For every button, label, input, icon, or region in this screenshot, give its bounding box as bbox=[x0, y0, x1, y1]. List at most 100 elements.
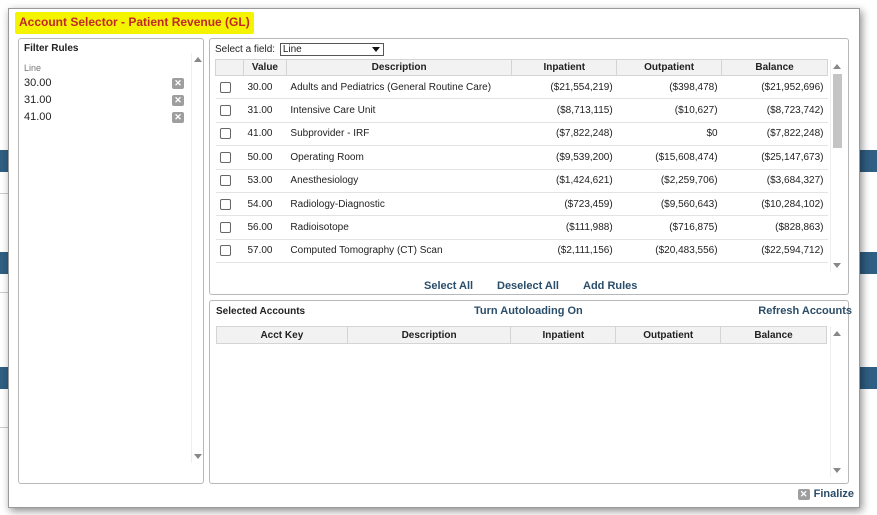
selected-scrollbar[interactable] bbox=[830, 327, 842, 477]
remove-rule-icon[interactable]: ✕ bbox=[172, 78, 184, 89]
table-row[interactable]: 56.00 Radioisotope ($111,988) ($716,875)… bbox=[215, 215, 828, 240]
cell-outpatient: ($10,627) bbox=[616, 98, 722, 123]
row-checkbox[interactable] bbox=[219, 151, 231, 163]
cell-value: 53.00 bbox=[243, 169, 287, 193]
finalize-icon: ✕ bbox=[797, 488, 810, 500]
finalize-button[interactable]: ✕ Finalize bbox=[797, 488, 854, 500]
cell-value: 31.00 bbox=[243, 98, 287, 123]
table-row[interactable]: 53.00 Anesthesiology ($1,424,621) ($2,25… bbox=[215, 169, 828, 193]
select-all-button[interactable]: Select All bbox=[424, 280, 473, 292]
column-header[interactable]: Inpatient bbox=[510, 326, 617, 344]
row-checkbox[interactable] bbox=[219, 221, 231, 233]
cell-description: Radioisotope bbox=[286, 215, 512, 240]
cell-balance: ($3,684,327) bbox=[721, 169, 828, 193]
column-header[interactable]: Value bbox=[242, 59, 287, 76]
cell-outpatient: ($2,259,706) bbox=[616, 169, 722, 193]
accounts-table-header: Value Description Inpatient Outpatient B… bbox=[215, 59, 828, 76]
filter-rule: 30.00 ✕ bbox=[24, 77, 184, 92]
table-row[interactable]: 41.00 Subprovider - IRF ($7,822,248) $0 … bbox=[215, 122, 828, 147]
selected-accounts-title: Selected Accounts bbox=[216, 306, 306, 317]
cell-value: 30.00 bbox=[243, 75, 287, 100]
cell-value: 56.00 bbox=[243, 215, 287, 240]
column-header[interactable]: Outpatient bbox=[615, 326, 722, 344]
column-header[interactable]: Inpatient bbox=[511, 59, 618, 76]
filter-scrollbar[interactable] bbox=[191, 53, 203, 463]
scroll-up-icon[interactable] bbox=[194, 57, 202, 62]
column-header[interactable]: Balance bbox=[721, 59, 828, 76]
background-bar bbox=[857, 252, 877, 274]
row-checkbox[interactable] bbox=[219, 175, 231, 187]
table-row[interactable]: 31.00 Intensive Care Unit ($8,713,115) (… bbox=[215, 98, 828, 123]
cell-description: Radiology-Diagnostic bbox=[286, 192, 512, 217]
finalize-label: Finalize bbox=[813, 488, 854, 500]
column-header[interactable]: Acct Key bbox=[216, 326, 348, 344]
accounts-scrollbar[interactable] bbox=[830, 60, 842, 272]
column-header[interactable]: Description bbox=[285, 59, 513, 76]
field-label: Select a field: bbox=[215, 44, 276, 56]
scrollbar-thumb[interactable] bbox=[833, 74, 842, 148]
table-row[interactable]: 30.00 Adults and Pediatrics (General Rou… bbox=[215, 75, 828, 100]
cell-inpatient: ($21,554,219) bbox=[511, 75, 617, 100]
row-checkbox[interactable] bbox=[219, 128, 231, 140]
account-selector-dialog: Account Selector - Patient Revenue (GL) … bbox=[8, 8, 860, 508]
table-row[interactable]: 50.00 Operating Room ($9,539,200) ($15,6… bbox=[215, 145, 828, 170]
scroll-up-icon[interactable] bbox=[833, 331, 841, 336]
filter-rule: 31.00 ✕ bbox=[24, 94, 184, 109]
cell-outpatient: ($716,875) bbox=[616, 215, 722, 240]
filter-group-label: Line bbox=[24, 63, 42, 73]
cell-value: 54.00 bbox=[243, 192, 287, 217]
column-header bbox=[215, 59, 244, 76]
cell-value: 41.00 bbox=[243, 122, 287, 147]
deselect-all-button[interactable]: Deselect All bbox=[497, 280, 559, 292]
field-select-value: Line bbox=[282, 44, 302, 55]
filter-rule-value: 31.00 bbox=[24, 94, 52, 106]
row-checkbox[interactable] bbox=[219, 198, 231, 210]
column-header[interactable]: Outpatient bbox=[616, 59, 723, 76]
cell-balance: ($828,863) bbox=[721, 215, 828, 240]
remove-rule-icon[interactable]: ✕ bbox=[172, 112, 184, 123]
column-header[interactable]: Balance bbox=[720, 326, 827, 344]
cell-inpatient: ($9,539,200) bbox=[511, 145, 617, 170]
cell-balance: ($22,594,712) bbox=[721, 239, 828, 264]
cell-description: Adults and Pediatrics (General Routine C… bbox=[286, 75, 512, 100]
filter-rule: 41.00 ✕ bbox=[24, 111, 184, 126]
cell-outpatient: $0 bbox=[616, 122, 722, 147]
cell-outpatient: ($15,608,474) bbox=[616, 145, 722, 170]
scroll-down-icon[interactable] bbox=[194, 454, 202, 459]
table-row[interactable]: 57.00 Computed Tomography (CT) Scan ($2,… bbox=[215, 239, 828, 264]
cell-description: Subprovider - IRF bbox=[286, 122, 512, 147]
cell-value: 50.00 bbox=[243, 145, 287, 170]
accounts-panel: Select a field: Line Value Description I… bbox=[209, 38, 849, 295]
add-rules-button[interactable]: Add Rules bbox=[583, 280, 637, 292]
filter-rules-title: Filter Rules bbox=[24, 43, 79, 54]
scroll-down-icon[interactable] bbox=[833, 468, 841, 473]
field-selector: Select a field: Line bbox=[215, 43, 384, 56]
column-header[interactable]: Description bbox=[346, 326, 512, 344]
cell-value: 57.00 bbox=[243, 239, 287, 264]
dialog-title: Account Selector - Patient Revenue (GL) bbox=[15, 12, 254, 34]
cell-outpatient: ($9,560,643) bbox=[616, 192, 722, 217]
background-bar bbox=[857, 367, 877, 389]
scroll-up-icon[interactable] bbox=[833, 64, 841, 69]
filter-rule-value: 41.00 bbox=[24, 111, 52, 123]
cell-inpatient: ($8,713,115) bbox=[511, 98, 617, 123]
accounts-table: Value Description Inpatient Outpatient B… bbox=[215, 59, 828, 264]
row-checkbox[interactable] bbox=[219, 245, 231, 257]
cell-outpatient: ($20,483,556) bbox=[616, 239, 722, 264]
cell-balance: ($25,147,673) bbox=[721, 145, 828, 170]
row-checkbox[interactable] bbox=[219, 81, 231, 93]
selected-accounts-panel: Selected Accounts Turn Autoloading On Re… bbox=[209, 300, 852, 484]
remove-rule-icon[interactable]: ✕ bbox=[172, 95, 184, 106]
cell-description: Computed Tomography (CT) Scan bbox=[286, 239, 512, 264]
field-select[interactable]: Line bbox=[279, 43, 384, 56]
cell-inpatient: ($2,111,156) bbox=[511, 239, 617, 264]
cell-inpatient: ($723,459) bbox=[511, 192, 617, 217]
table-row[interactable]: 54.00 Radiology-Diagnostic ($723,459) ($… bbox=[215, 192, 828, 217]
cell-balance: ($8,723,742) bbox=[721, 98, 828, 123]
refresh-accounts-button[interactable]: Refresh Accounts bbox=[758, 305, 852, 317]
scroll-down-icon[interactable] bbox=[833, 263, 841, 268]
cell-outpatient: ($398,478) bbox=[616, 75, 722, 100]
row-checkbox[interactable] bbox=[219, 105, 231, 117]
autoload-toggle-button[interactable]: Turn Autoloading On bbox=[474, 305, 583, 317]
cell-description: Anesthesiology bbox=[286, 169, 512, 193]
